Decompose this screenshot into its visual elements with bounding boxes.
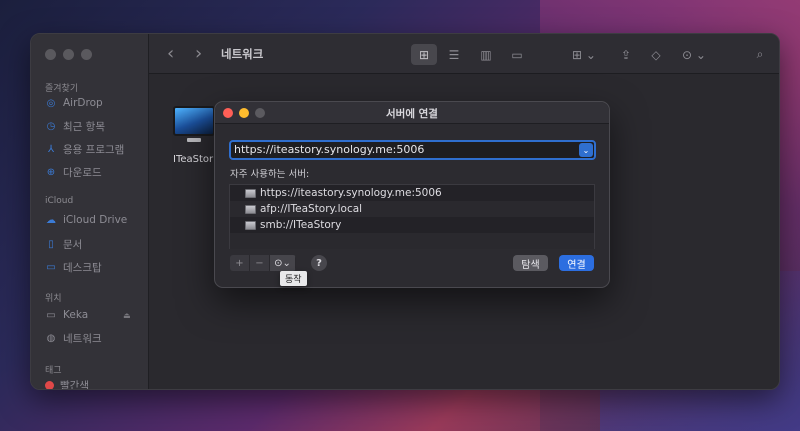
search-icon[interactable]: ⌕ [749, 44, 771, 65]
server-address-field[interactable]: ⌄ [229, 140, 596, 160]
chevron-down-icon[interactable]: ⌄ [579, 143, 593, 157]
sidebar-item-icloud-drive[interactable]: ☁ iCloud Drive [45, 214, 127, 226]
list-item[interactable]: smb://ITeaStory [230, 217, 594, 233]
sidebar-item-tag-red[interactable]: 빨간색 [45, 378, 89, 390]
sidebar-item-documents[interactable]: ▯ 문서 [45, 237, 82, 252]
browse-button[interactable]: 탐색 [513, 255, 548, 271]
sidebar-item-label: 문서 [63, 239, 83, 251]
sidebar-item-label: iCloud Drive [63, 214, 128, 226]
server-icon [245, 188, 256, 198]
sidebar-item-network[interactable]: ◍ 네트워크 [45, 331, 102, 346]
list-edit-controls: + − ⊙ ⌄ [230, 255, 296, 271]
tag-icon[interactable]: ◇ [645, 44, 667, 65]
sidebar-item-label: 네트워크 [63, 333, 102, 345]
group-by-icon[interactable]: ⊞ ⌄ [567, 44, 601, 65]
sidebar-item-label: 빨간색 [60, 380, 89, 390]
server-icon [245, 220, 256, 230]
favorite-servers-label: 자주 사용하는 서버: [230, 169, 310, 180]
minimize-button[interactable] [63, 49, 74, 60]
window-title: 네트워크 [221, 47, 264, 61]
computer-stand [187, 138, 201, 142]
applications-icon: ⅄ [47, 144, 55, 155]
more-icon: ⊙ [274, 257, 283, 269]
add-server-button[interactable]: + [230, 255, 250, 271]
connect-button[interactable]: 연결 [559, 255, 594, 271]
chevron-right-icon[interactable]: › [195, 43, 202, 64]
sidebar-item-label: 데스크탑 [63, 262, 102, 274]
column-view-icon[interactable]: ▥ [475, 44, 497, 65]
action-tooltip: 동작 [280, 271, 307, 286]
sidebar-item-downloads[interactable]: ⊕ 다운로드 [45, 165, 102, 180]
network-icon: ◍ [46, 333, 56, 344]
sidebar-section-locations: 위치 [45, 294, 62, 304]
sidebar-section-icloud: iCloud [45, 196, 74, 206]
favorite-servers-list[interactable]: https://iteastory.synology.me:5006 afp:/… [229, 184, 595, 249]
sidebar: 즐겨찾기 ◎ AirDrop ◷ 최근 항목 ⅄ 응용 프로그램 ⊕ 다운로드 … [31, 34, 149, 389]
sidebar-item-label: AirDrop [63, 97, 103, 109]
document-icon: ▯ [48, 239, 54, 250]
clock-icon: ◷ [46, 121, 56, 132]
network-item-label[interactable]: ITeaStor [173, 154, 213, 165]
sidebar-item-applications[interactable]: ⅄ 응용 프로그램 [45, 142, 124, 157]
dialog-title: 서버에 연결 [386, 108, 438, 120]
desktop-icon: ▭ [46, 262, 56, 273]
sidebar-item-label: Keka [63, 309, 89, 321]
more-actions-icon[interactable]: ⊙ ⌄ [677, 44, 711, 65]
sidebar-item-keka[interactable]: ▭ Keka [45, 309, 88, 321]
server-url: afp://ITeaStory.local [260, 203, 363, 215]
action-menu-button[interactable]: ⊙ ⌄ [270, 255, 296, 271]
gallery-view-icon[interactable]: ▭ [505, 44, 529, 65]
download-icon: ⊕ [46, 167, 56, 178]
grid-view-icon[interactable]: ⊞ [411, 44, 437, 65]
window-controls [45, 49, 92, 60]
toolbar: ‹ › 네트워크 ⊞ ☰ ▥ ▭ ⊞ ⌄ ⇪ ◇ ⊙ ⌄ ⌕ [149, 34, 779, 74]
connect-to-server-dialog: 서버에 연결 ⌄ 자주 사용하는 서버: https://iteastory.s… [214, 101, 610, 288]
dialog-titlebar: 서버에 연결 [215, 102, 609, 124]
help-button[interactable]: ? [311, 255, 327, 271]
remove-server-button[interactable]: − [250, 255, 270, 271]
zoom-button[interactable] [81, 49, 92, 60]
sidebar-item-label: 최근 항목 [63, 121, 105, 133]
drive-icon: ▭ [46, 309, 56, 321]
tag-color-dot [45, 381, 54, 389]
sidebar-item-label: 응용 프로그램 [63, 144, 125, 156]
close-button[interactable] [45, 49, 56, 60]
airdrop-icon: ◎ [46, 97, 56, 109]
eject-icon[interactable]: ⏏ [123, 311, 131, 320]
server-icon [245, 204, 256, 214]
server-url: https://iteastory.synology.me:5006 [260, 187, 442, 199]
sidebar-item-airdrop[interactable]: ◎ AirDrop [45, 97, 103, 109]
list-item[interactable]: afp://ITeaStory.local [230, 201, 594, 217]
share-icon[interactable]: ⇪ [615, 44, 637, 65]
sidebar-item-desktop[interactable]: ▭ 데스크탑 [45, 260, 102, 275]
server-url: smb://ITeaStory [260, 219, 342, 231]
chevron-left-icon[interactable]: ‹ [167, 43, 174, 64]
sidebar-section-favorites: 즐겨찾기 [45, 84, 79, 94]
computer-icon[interactable] [173, 106, 215, 136]
list-item-empty [230, 233, 594, 249]
sidebar-section-tags: 태그 [45, 366, 62, 376]
list-item[interactable]: https://iteastory.synology.me:5006 [230, 185, 594, 201]
sidebar-item-recents[interactable]: ◷ 최근 항목 [45, 119, 105, 134]
sidebar-item-label: 다운로드 [63, 167, 102, 179]
server-address-input[interactable] [234, 142, 574, 158]
list-view-icon[interactable]: ☰ [443, 44, 465, 65]
cloud-icon: ☁ [46, 214, 56, 226]
